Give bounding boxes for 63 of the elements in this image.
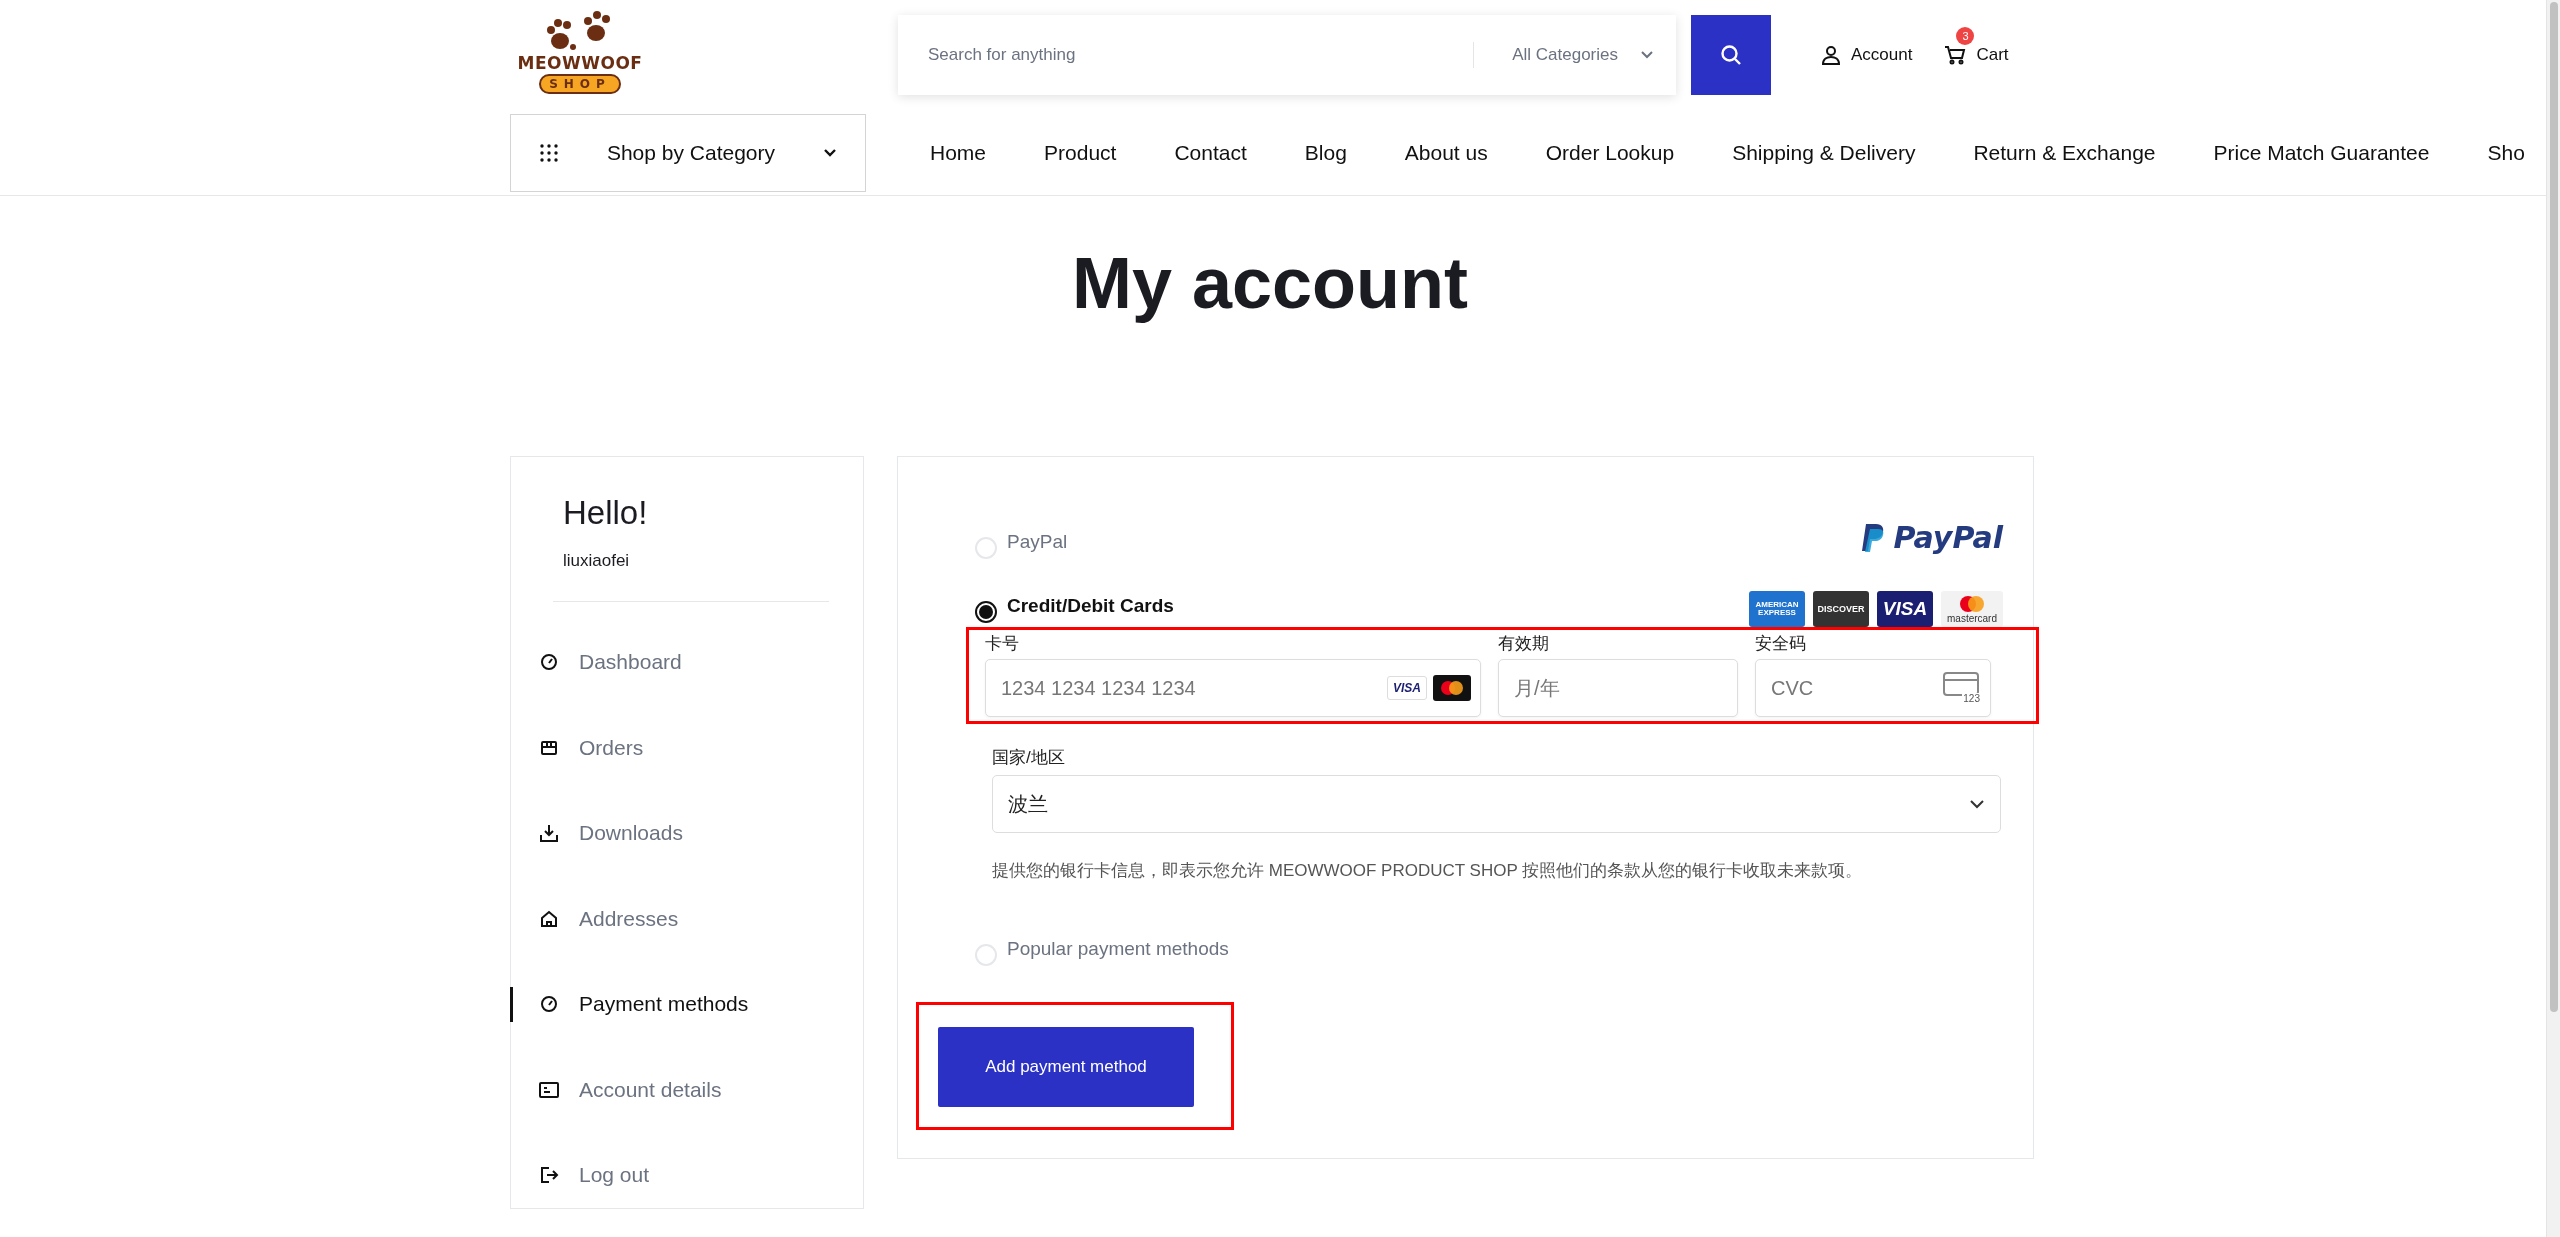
visa-logo: VISA xyxy=(1877,591,1933,627)
category-menu-button[interactable]: Shop by Category xyxy=(510,113,866,192)
payment-option-label: Credit/Debit Cards xyxy=(1007,595,1174,617)
sidebar-item[interactable]: Payment methods xyxy=(539,992,749,1017)
search-button[interactable] xyxy=(1691,15,1771,95)
search-field[interactable]: Search for anything xyxy=(898,15,1474,95)
logout-icon xyxy=(539,1166,559,1185)
mastercard-logo xyxy=(1433,675,1471,701)
id-card-icon xyxy=(539,1081,559,1098)
discover-logo: DISCOVER xyxy=(1813,591,1869,627)
sidebar-item[interactable]: Account details xyxy=(539,1077,722,1102)
nav-link[interactable]: Return & Exchange xyxy=(1973,140,2156,165)
account-link[interactable]: Account xyxy=(1821,45,1913,65)
page-title: My account xyxy=(1071,242,1469,324)
logo-wordmark: MEOWWOOF xyxy=(517,54,643,72)
nav-link[interactable]: Sho xyxy=(2487,140,2525,165)
chevron-down-icon xyxy=(823,147,837,158)
consent-text: 提供您的银行卡信息，即表示您允许 MEOWWOOF PRODUCT SHOP 按照他们的条款从您的银行卡收取未来款项。 xyxy=(992,860,1863,882)
search-icon xyxy=(1719,43,1743,67)
category-dropdown[interactable]: All Categories xyxy=(1473,42,1676,68)
download-icon xyxy=(539,823,559,844)
nav-link[interactable]: Product xyxy=(1044,140,1117,165)
mastercard-logo: mastercard xyxy=(1941,591,2003,627)
visa-logo: VISA xyxy=(1387,676,1427,700)
user-icon xyxy=(1821,45,1841,65)
field-label: 有效期 xyxy=(1498,633,1550,655)
cart-count-badge: 3 xyxy=(1956,27,1975,45)
sidebar-item[interactable]: Downloads xyxy=(539,821,683,846)
nav-link[interactable]: Price Match Guarantee xyxy=(2213,140,2430,165)
grid-icon xyxy=(539,142,559,163)
greeting-heading: Hello! xyxy=(563,493,648,533)
amex-logo: AMERICAN EXPRESS xyxy=(1749,591,1805,627)
sidebar-item[interactable]: Addresses xyxy=(539,906,679,931)
cart-icon xyxy=(1944,45,1967,65)
nav-link[interactable]: Shipping & Delivery xyxy=(1732,140,1916,165)
radio-button[interactable] xyxy=(975,601,997,623)
payment-option-label: PayPal xyxy=(1007,531,1068,553)
nav-link[interactable]: Contact xyxy=(1174,140,1247,165)
field-label: 安全码 xyxy=(1755,633,1807,655)
field-label: 卡号 xyxy=(985,633,1020,655)
country-select[interactable]: 波兰 xyxy=(992,775,2001,833)
add-payment-method-button[interactable]: Add payment method xyxy=(938,1027,1194,1107)
nav-link[interactable]: Home xyxy=(930,140,987,165)
box-icon xyxy=(539,738,559,757)
logo-badge: SHOP xyxy=(539,73,621,94)
chevron-down-icon xyxy=(1969,799,1985,809)
nav-link[interactable]: Blog xyxy=(1304,140,1347,165)
cart-link[interactable]: Cart xyxy=(1944,45,2009,65)
scrollbar[interactable] xyxy=(2546,0,2560,1237)
expiry-field[interactable]: 月/年 xyxy=(1498,659,1738,717)
payment-option-label: Popular payment methods xyxy=(1007,938,1229,960)
username-text: liuxiaofei xyxy=(563,550,630,571)
paypal-logo: PayPal xyxy=(1861,520,2003,555)
nav-link[interactable]: Order Lookup xyxy=(1545,140,1675,165)
chevron-down-icon xyxy=(1640,50,1654,60)
house-icon xyxy=(539,909,559,928)
gauge-icon xyxy=(539,995,559,1014)
sidebar-item[interactable]: Orders xyxy=(539,735,644,760)
sidebar-item[interactable]: Log out xyxy=(539,1163,650,1188)
gauge-icon xyxy=(539,653,559,672)
field-label: 国家/地区 xyxy=(992,747,1066,769)
sidebar-item[interactable]: Dashboard xyxy=(539,650,682,675)
nav-link[interactable]: About us xyxy=(1404,140,1488,165)
